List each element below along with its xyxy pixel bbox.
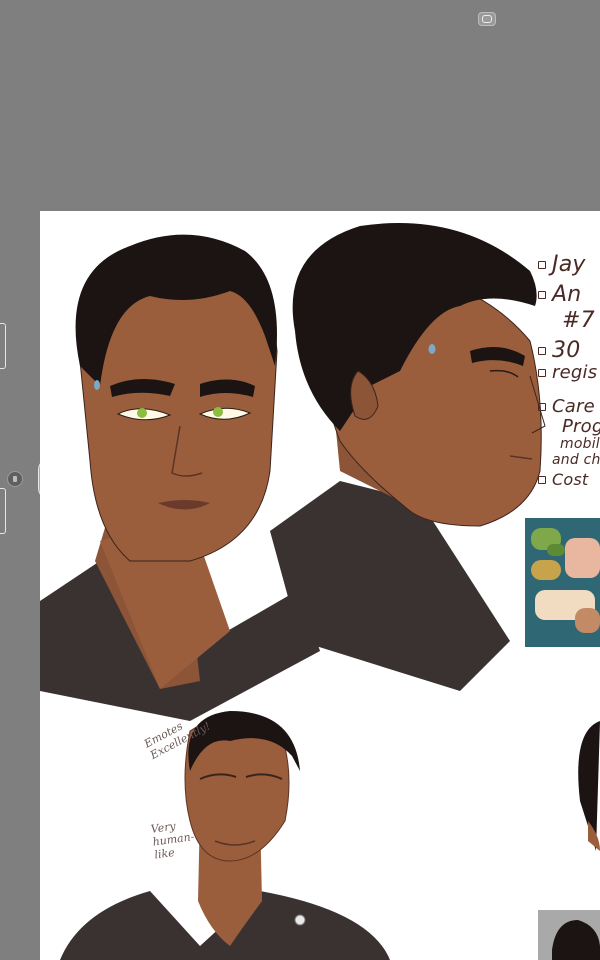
brush-opacity-slider[interactable]: [0, 488, 6, 534]
swatch-peach[interactable]: [565, 538, 600, 578]
bullet-icon: [538, 369, 546, 377]
brush-size-slider[interactable]: [0, 323, 6, 369]
note-item: Jay: [538, 254, 586, 276]
annotation-very-human: Very human-like: [150, 819, 196, 862]
layers-badge-icon[interactable]: [478, 12, 496, 26]
swatch-tan[interactable]: [575, 608, 600, 633]
note-item-continued: mobil: [560, 436, 600, 452]
profile-view-portrait: [270, 223, 546, 691]
thumbnail-figure: [552, 920, 600, 960]
bullet-icon: [538, 291, 546, 299]
eyedropper-button[interactable]: [7, 471, 23, 487]
swatch-yellow[interactable]: [531, 560, 561, 580]
bullet-icon: [538, 476, 546, 484]
note-item: 30: [538, 340, 580, 362]
drawing-app: Emotes Excellently! Very human-like Jay …: [0, 0, 600, 960]
bullet-icon: [538, 403, 546, 411]
note-item-continued: and ch: [552, 452, 600, 468]
lower-sketch-portrait: [60, 711, 600, 960]
swatch-green-dark[interactable]: [547, 544, 565, 556]
note-item-continued: Prog: [562, 416, 600, 437]
note-item: Care: [538, 398, 595, 416]
note-item: regis: [538, 364, 597, 382]
bullet-icon: [538, 347, 546, 355]
drawing-canvas[interactable]: Emotes Excellently! Very human-like: [40, 211, 600, 960]
character-sketch: [40, 223, 600, 960]
reference-thumbnail[interactable]: [538, 910, 600, 960]
note-item: An: [538, 284, 581, 306]
note-item-continued: #7: [562, 308, 595, 333]
note-item: Cost: [538, 472, 588, 488]
color-palette[interactable]: [525, 518, 600, 647]
bullet-icon: [538, 261, 546, 269]
character-notes: Jay An #7 30 regis Care Prog mobil and c…: [538, 248, 600, 493]
front-view-portrait: [40, 234, 320, 721]
